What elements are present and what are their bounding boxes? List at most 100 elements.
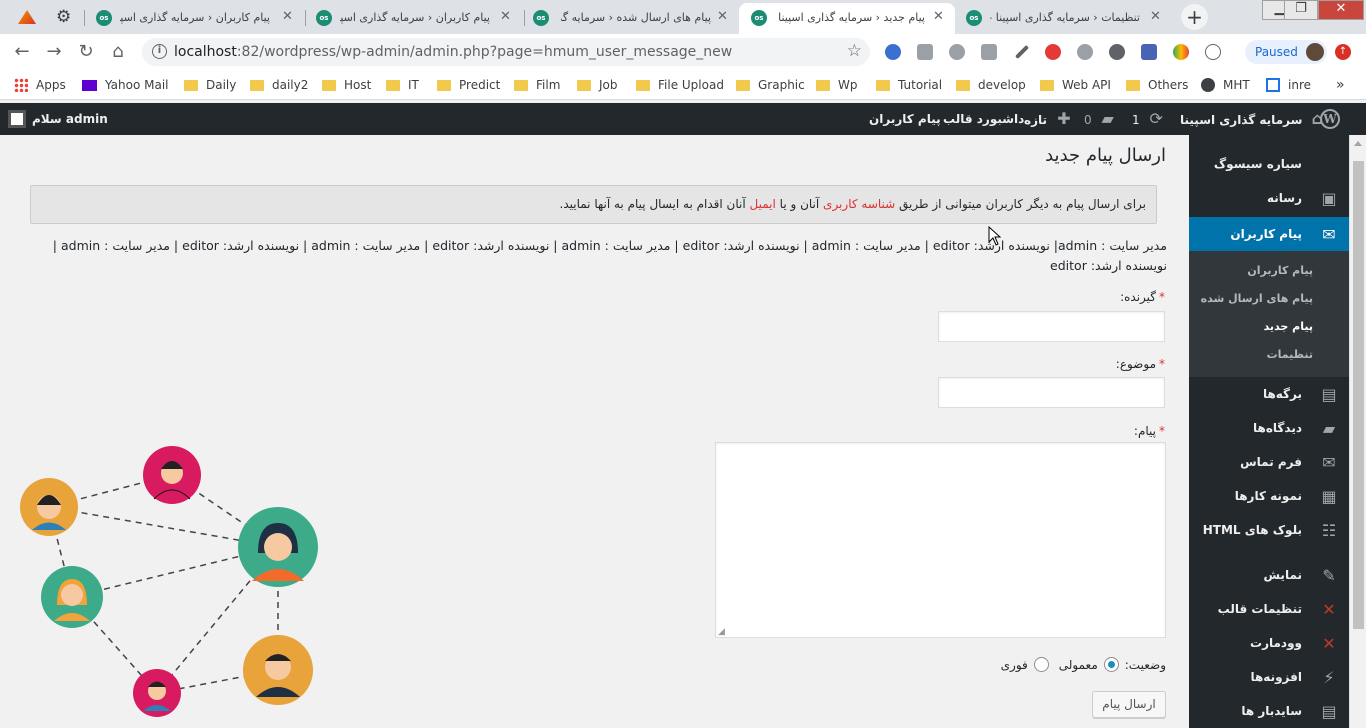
settings-gear-icon[interactable]: ⚙ (56, 7, 71, 27)
menu-planet[interactable]: سیاره سیسوگ (1189, 147, 1349, 181)
bookmark-label: Film (536, 78, 561, 92)
menu-label: وودمارت (1250, 636, 1302, 650)
menu-media[interactable]: ▣ رسانه (1189, 181, 1349, 215)
user-messages-link[interactable]: پیام کاربران (869, 103, 941, 135)
bookmark-inre[interactable]: inre (1266, 76, 1311, 94)
maximize-button[interactable]: ❐ (1284, 0, 1318, 20)
close-tab-icon[interactable]: ✕ (933, 9, 944, 24)
bookmark-mht[interactable]: MHT (1201, 76, 1250, 94)
back-arrow-icon[interactable]: ← (10, 40, 34, 64)
tab-new-message[interactable]: os پیام جدید ‹ سرمایه گذاری اسپینا — ور … (739, 3, 955, 34)
bookmark-film[interactable]: Film (514, 76, 560, 94)
new-content-menu[interactable]: تازه ✚ (1024, 103, 1071, 135)
extension-circle-icon[interactable] (949, 44, 965, 60)
menu-comments[interactable]: ▰ دیدگاه‌ها (1189, 411, 1349, 445)
extension-wordpress-icon[interactable] (1109, 44, 1125, 60)
info-icon[interactable]: i (152, 44, 167, 59)
bookmark-daily[interactable]: Daily (184, 76, 236, 94)
bookmark-file-upload[interactable]: File Upload (636, 76, 724, 94)
browser-toolbar: ← → ↻ ⌂ i localhost:82/wordpress/wp-admi… (0, 34, 1366, 70)
extension-mail-icon[interactable] (917, 44, 933, 60)
send-message-button[interactable]: ارسال پیام (1092, 691, 1166, 718)
forward-arrow-icon[interactable]: → (42, 40, 66, 64)
recipient-input[interactable] (938, 311, 1165, 342)
menu-portfolio[interactable]: ▦ نمونه کارها (1189, 479, 1349, 513)
theme-dashboard-link[interactable]: داشبورد قالب (943, 103, 1024, 135)
tab-title: پیام کاربران ‹ سرمایه گذاری اسپینا (120, 11, 270, 24)
bookmark-label: daily2 (272, 78, 309, 92)
scroll-up-arrow-icon[interactable] (1354, 141, 1362, 146)
more-bookmarks-icon[interactable]: » (1336, 76, 1345, 94)
tab-user-messages-1[interactable]: os پیام کاربران ‹ سرمایه گذاری اسپینا — … (306, 3, 524, 34)
bookmark-predict[interactable]: Predict (437, 76, 500, 94)
menu-html-blocks[interactable]: ☷ بلوک های HTML (1189, 513, 1349, 547)
menu-contact-form[interactable]: ✉ فرم تماس (1189, 445, 1349, 479)
bookmark-daily2[interactable]: daily2 (250, 76, 308, 94)
submenu-settings[interactable]: تنظیمات (1189, 341, 1349, 369)
bookmark-job[interactable]: Job (577, 76, 618, 94)
tab-settings[interactable]: os تنظیمات ‹ سرمایه گذاری اسپینا — ور ✕ (956, 3, 1172, 34)
resize-handle-icon[interactable]: ◢ (718, 627, 725, 637)
bookmark-apps[interactable]: Apps (14, 76, 66, 94)
status-normal-radio[interactable] (1103, 657, 1119, 672)
menu-pages[interactable]: ▤ برگه‌ها (1189, 377, 1349, 411)
updates-count: 1 (1132, 113, 1140, 127)
url-text[interactable]: localhost:82/wordpress/wp-admin/admin.ph… (174, 44, 732, 60)
window-close-button[interactable]: ✕ (1318, 0, 1364, 20)
bookmark-label: IT (408, 78, 419, 92)
bookmark-star-icon[interactable]: ☆ (847, 41, 862, 61)
bookmark-wp[interactable]: Wp (816, 76, 857, 94)
close-tab-icon[interactable]: ✕ (500, 9, 511, 24)
bookmark-others[interactable]: Others (1126, 76, 1188, 94)
bookmark-host[interactable]: Host (322, 76, 371, 94)
scrollbar-thumb[interactable] (1353, 161, 1364, 629)
address-bar[interactable]: i localhost:82/wordpress/wp-admin/admin.… (142, 38, 870, 66)
extension-dropper-icon[interactable] (1014, 44, 1030, 60)
bookmark-yahoo-mail[interactable]: Yahoo Mail (82, 76, 169, 94)
reload-icon[interactable]: ↻ (74, 40, 98, 64)
menu-theme-settings[interactable]: ✕ تنظیمات قالب (1189, 592, 1349, 626)
menu-user-messages[interactable]: ✉ پیام کاربران (1189, 217, 1349, 251)
subject-input[interactable] (938, 377, 1165, 408)
message-textarea[interactable]: ◢ (715, 442, 1166, 638)
close-tab-icon[interactable]: ✕ (717, 9, 728, 24)
new-tab-button[interactable]: + (1181, 4, 1208, 30)
submenu-sent-messages[interactable]: پیام های ارسال شده (1189, 285, 1349, 313)
updates-link[interactable]: 1 ⟳ (1132, 103, 1163, 135)
status-urgent-radio[interactable] (1033, 657, 1049, 672)
menu-plugins[interactable]: ⚡ افزونه‌ها (1189, 660, 1349, 694)
extension-color-icon[interactable] (1173, 44, 1189, 60)
site-name-menu[interactable]: سرمایه گذاری اسپینا ⌂ (1180, 103, 1323, 135)
bookmark-graphic[interactable]: Graphic (736, 76, 805, 94)
home-icon[interactable]: ⌂ (106, 40, 130, 64)
extension-code-icon[interactable] (1205, 44, 1221, 60)
bookmark-develop[interactable]: develop (956, 76, 1026, 94)
submenu-user-messages-list[interactable]: پیام کاربران (1189, 257, 1349, 285)
close-tab-icon[interactable]: ✕ (1150, 9, 1161, 24)
extension-adblock-icon[interactable] (1045, 44, 1061, 60)
menu-woodmart[interactable]: ✕ وودمارت (1189, 626, 1349, 660)
extension-a-icon[interactable] (885, 44, 901, 60)
menu-sidebars[interactable]: ▤ ساید‌بار ها (1189, 694, 1349, 728)
page-scrollbar[interactable] (1349, 135, 1366, 728)
menu-appearance[interactable]: ✎ نمایش (1189, 558, 1349, 592)
folder-icon (514, 79, 528, 91)
profile-paused-button[interactable]: Paused (1245, 40, 1327, 64)
submenu-new-message[interactable]: پیام جدید (1189, 313, 1349, 341)
notice-text-part: برای ارسال پیام به دیگر کاربران میتوانی … (895, 197, 1146, 211)
extension-c-icon[interactable] (981, 44, 997, 60)
close-tab-icon[interactable]: ✕ (282, 9, 293, 24)
tab-user-messages-2[interactable]: os پیام کاربران ‹ سرمایه گذاری اسپینا ✕ (86, 3, 304, 34)
comments-link[interactable]: 0 ▰ (1084, 103, 1114, 135)
main-content: ارسال پیام جدید برای ارسال پیام به دیگر … (0, 135, 1189, 728)
extension-globe-icon[interactable] (1077, 44, 1093, 60)
bookmark-web-api[interactable]: Web API (1040, 76, 1111, 94)
bookmark-it[interactable]: IT (386, 76, 419, 94)
menu-label: رسانه (1267, 191, 1302, 205)
update-icon[interactable]: ↑ (1335, 44, 1351, 60)
tab-sent-messages[interactable]: os پیام های ارسال شده ‹ سرمایه گذاری ✕ (525, 3, 739, 34)
bookmark-tutorial[interactable]: Tutorial (876, 76, 942, 94)
my-account-menu[interactable]: سلام admin (8, 103, 108, 135)
extension-save-icon[interactable] (1141, 44, 1157, 60)
wordpress-logo-icon[interactable]: W (1320, 103, 1344, 135)
